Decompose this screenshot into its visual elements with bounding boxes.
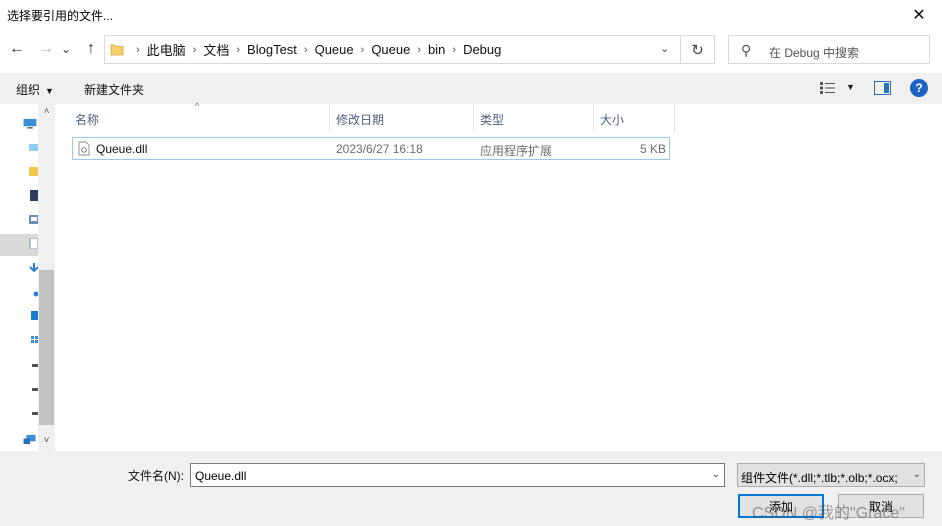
breadcrumb-separator[interactable]: › [236,44,240,56]
dialog-footer: 文件名(N): Queue.dll ⌄ 组件文件(*.dll;*.tlb;*.o… [0,451,942,526]
breadcrumb-item[interactable]: bin [428,42,445,57]
organize-button[interactable]: 组织 ▼ [16,81,54,98]
filename-input[interactable]: Queue.dll ⌄ [190,463,725,487]
file-name: Queue.dll [96,142,148,156]
navigation-bar: ← → ⌄ ↑ › 此电脑 › 文档 › BlogTest › Queue › … [0,33,942,67]
close-button[interactable]: ✕ [896,0,942,30]
column-name-label: 名称 [75,113,100,127]
filetype-select[interactable]: 组件文件(*.dll;*.tlb;*.olb;*.ocx; ⌄ [737,463,925,487]
breadcrumb: › 此电脑 › 文档 › BlogTest › Queue › Queue › … [129,36,501,63]
breadcrumb-item[interactable]: BlogTest [247,42,297,57]
command-toolbar: 组织 ▼ 新建文件夹 ▼ ? [0,73,942,104]
preview-pane-icon[interactable] [874,81,891,95]
window-title: 选择要引用的文件... [7,9,114,23]
address-bar[interactable]: › 此电脑 › 文档 › BlogTest › Queue › Queue › … [104,35,681,64]
search-box[interactable]: ⚲ 在 Debug 中搜索 [728,35,930,64]
breadcrumb-separator[interactable]: › [304,44,308,56]
dll-file-icon [78,141,90,156]
column-size-label: 大小 [600,113,625,127]
refresh-button[interactable]: ↻ [681,35,715,64]
help-icon[interactable]: ? [910,79,928,97]
column-header-date[interactable]: 修改日期 [330,104,474,132]
breadcrumb-item[interactable]: Queue [371,42,410,57]
search-icon: ⚲ [741,42,752,58]
new-folder-button[interactable]: 新建文件夹 [84,81,144,98]
column-type-label: 类型 [480,113,505,127]
title-bar: 选择要引用的文件... ✕ [0,0,942,30]
recent-locations-button[interactable]: ⌄ [59,38,73,60]
column-header-type[interactable]: 类型 [474,104,594,132]
computer-icon[interactable] [22,118,38,129]
file-type: 应用程序扩展 [480,144,553,158]
scroll-down-icon[interactable]: ˅ [38,435,55,449]
scroll-up-icon[interactable]: ˄ [38,106,55,120]
breadcrumb-separator[interactable]: › [193,44,197,56]
sort-ascending-icon: ^ [195,101,200,111]
view-dropdown-icon[interactable]: ▼ [846,82,855,92]
organize-arrow-icon: ▼ [45,86,54,96]
filename-value: Queue.dll [195,469,247,483]
watermark-text: CSDN @我的"Grace" [752,505,905,522]
file-date: 2023/6/27 16:18 [336,142,423,156]
breadcrumb-item[interactable]: Debug [463,42,501,57]
breadcrumb-item[interactable]: Queue [315,42,354,57]
breadcrumb-separator[interactable]: › [452,44,456,56]
organize-label: 组织 [16,83,41,97]
column-header-name[interactable]: 名称 ^ [69,101,330,132]
breadcrumb-separator[interactable]: › [361,44,365,56]
file-list: 名称 ^ 修改日期 类型 大小 Queue.dll 2023/6/27 16:1… [55,101,942,451]
file-size: 5 KB [640,142,667,156]
navigation-pane-scrollbar[interactable]: ˄ ˅ [38,104,55,451]
breadcrumb-item[interactable]: 文档 [203,40,229,59]
column-date-label: 修改日期 [336,113,385,127]
column-header-size[interactable]: 大小 [594,104,675,132]
filename-dropdown-icon[interactable]: ⌄ [712,469,720,480]
scrollbar-thumb[interactable] [39,270,54,425]
folder-icon [110,44,124,56]
breadcrumb-separator[interactable]: › [136,44,140,56]
up-button[interactable]: ↑ [80,38,102,60]
network-icon[interactable] [22,434,38,445]
back-button[interactable]: ← [6,38,28,60]
search-placeholder: 在 Debug 中搜索 [769,46,860,60]
view-options-icon[interactable] [819,81,837,95]
breadcrumb-item[interactable]: 此电脑 [147,40,186,59]
filetype-value: 组件文件(*.dll;*.tlb;*.olb;*.ocx; [741,471,898,485]
filetype-dropdown-icon: ⌄ [910,469,921,480]
breadcrumb-separator[interactable]: › [417,44,421,56]
table-row[interactable]: Queue.dll 2023/6/27 16:18 应用程序扩展 5 KB [72,137,670,160]
forward-button[interactable]: → [35,38,57,60]
filename-label: 文件名(N): [128,469,184,483]
address-dropdown-icon[interactable]: ⌄ [660,42,674,56]
